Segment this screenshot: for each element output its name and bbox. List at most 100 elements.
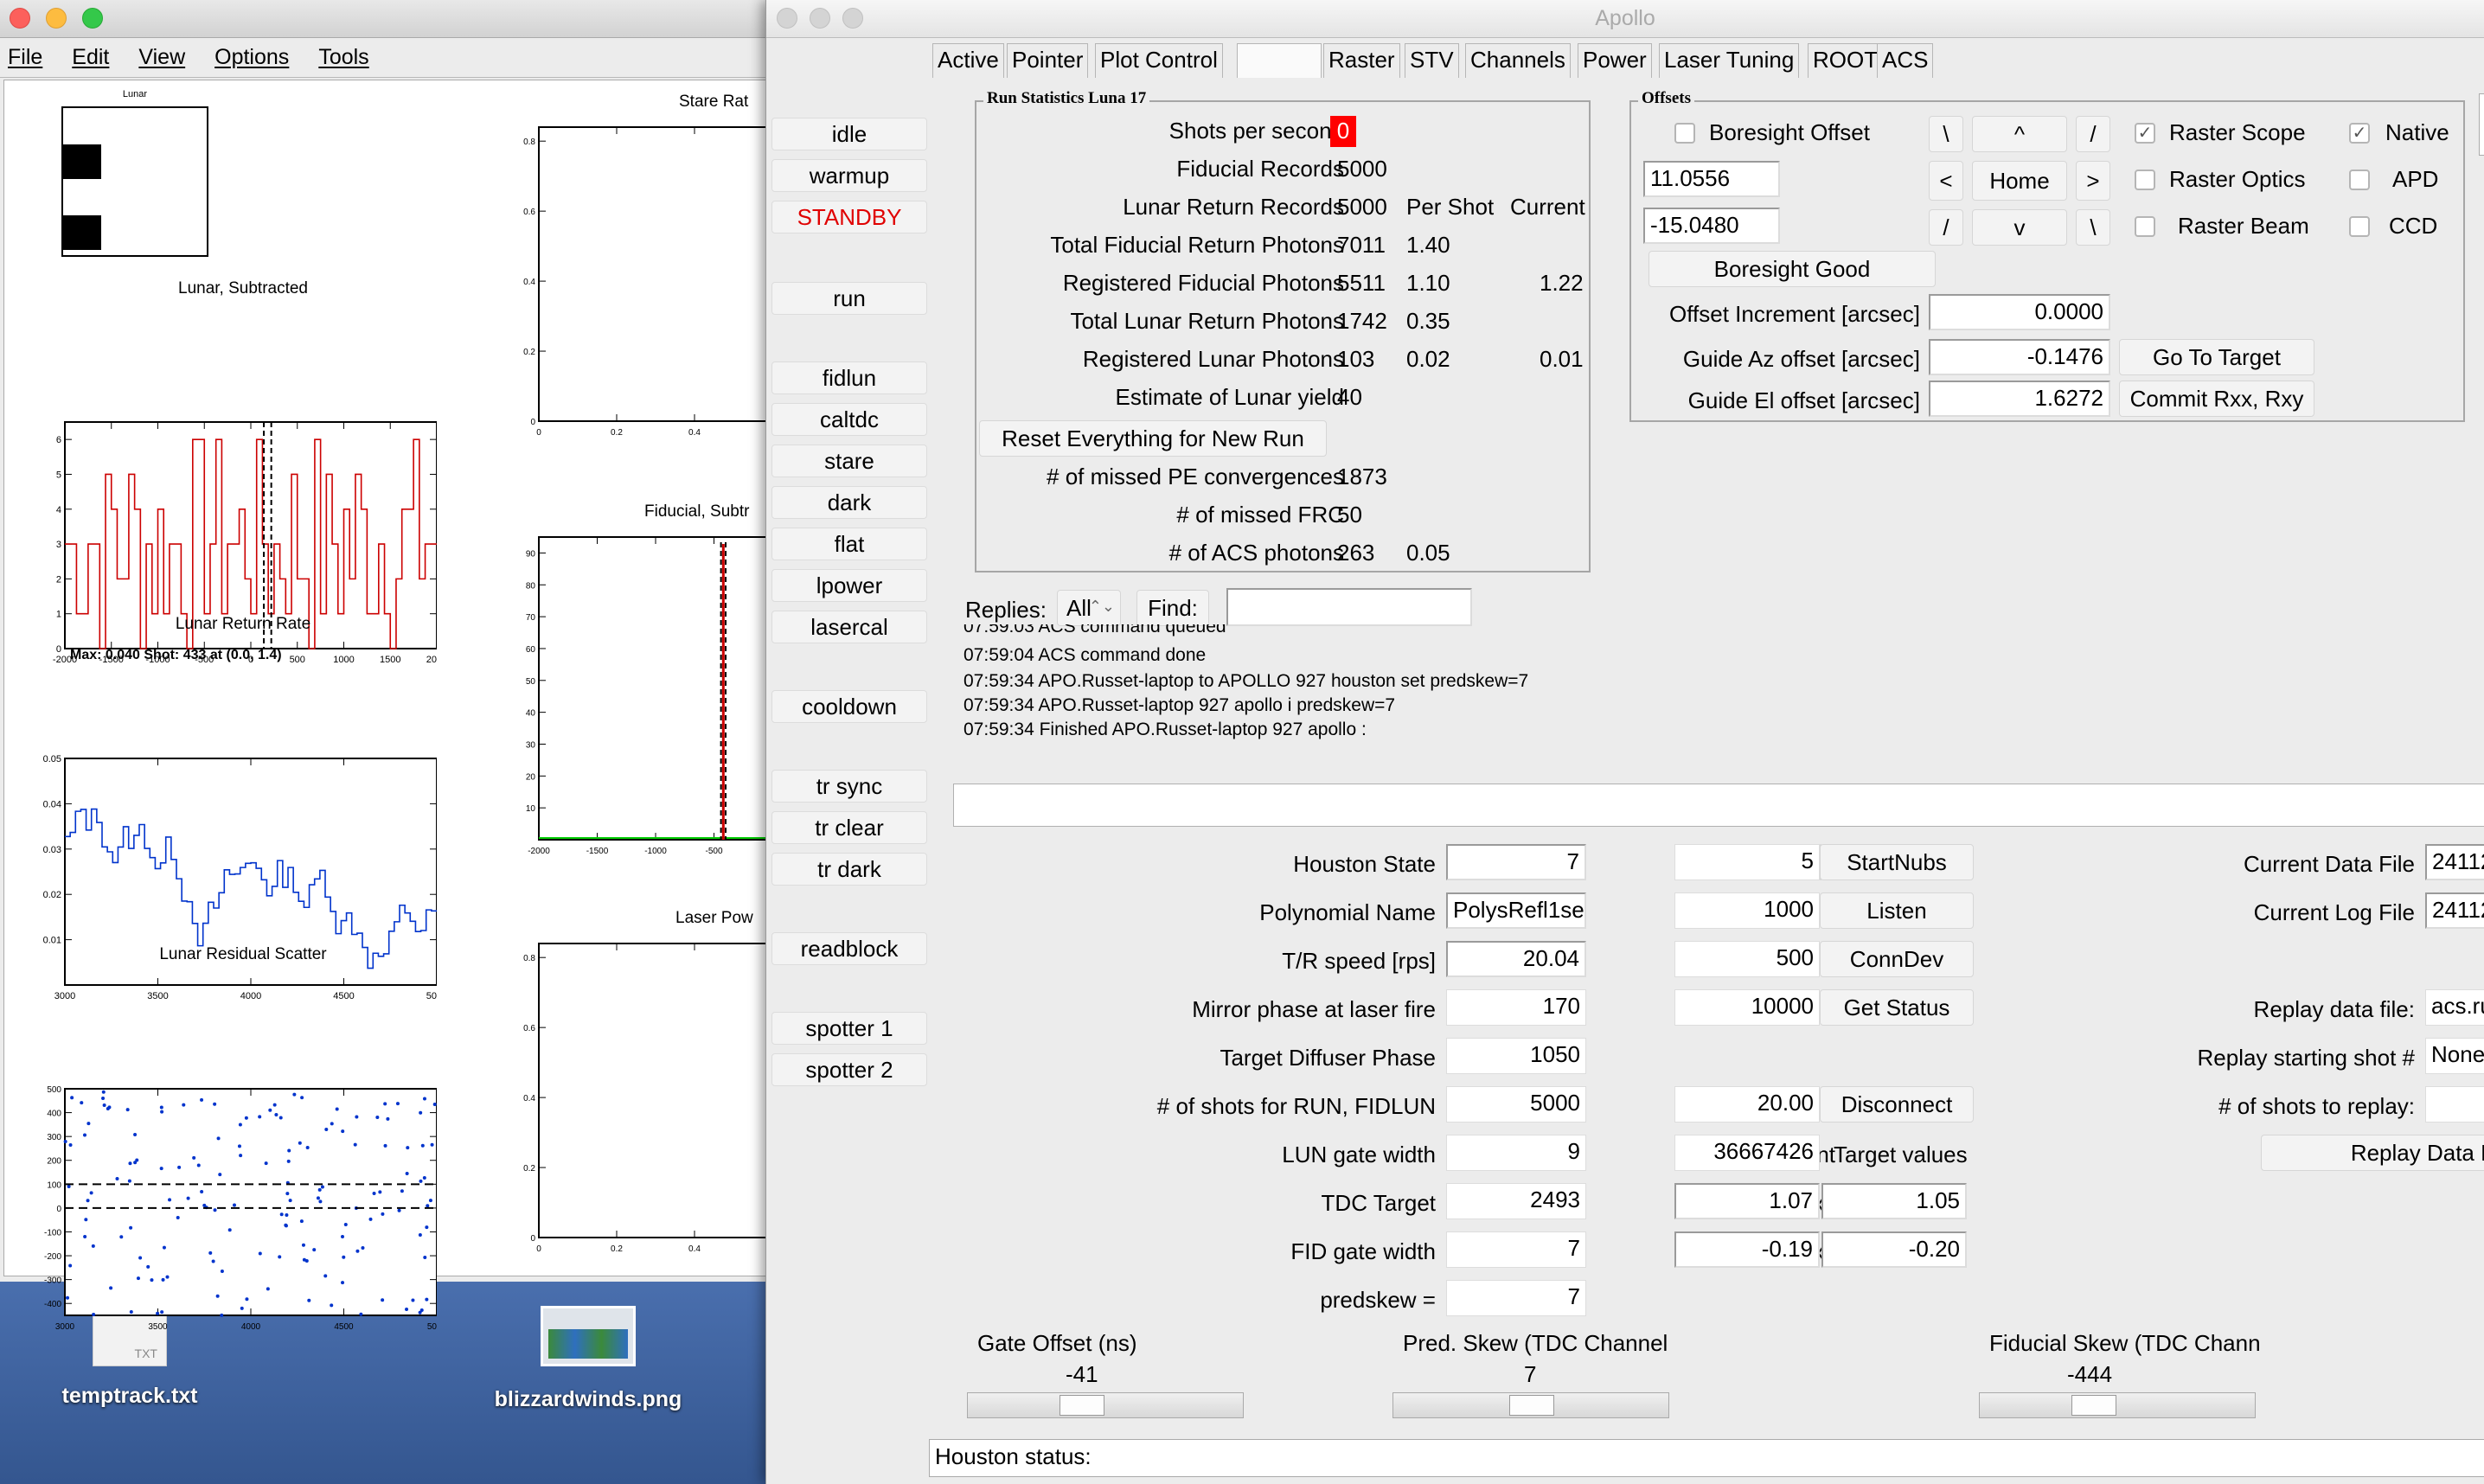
dark-button[interactable]: dark <box>771 486 927 519</box>
nudge-right-button[interactable]: > <box>2076 161 2110 201</box>
nudge-down-button[interactable]: v <box>1972 209 2067 246</box>
find-input[interactable] <box>1226 588 1472 626</box>
nudge-up-right-button[interactable]: / <box>2076 116 2110 152</box>
ccd-checkbox[interactable] <box>2349 216 2370 237</box>
gate-offset-slider[interactable] <box>967 1392 1244 1418</box>
spotter-1-button[interactable]: spotter 1 <box>771 1012 927 1045</box>
spotter-2-button[interactable]: spotter 2 <box>771 1053 927 1086</box>
get-status-button[interactable]: Get Status <box>1820 989 1974 1026</box>
tab-laser-tuning[interactable]: Laser Tuning <box>1659 43 1800 78</box>
offset-increment-field[interactable]: 0.0000 <box>1929 294 2110 330</box>
houston-state-field[interactable]: 7 <box>1446 844 1586 880</box>
menu-options[interactable]: Options <box>214 45 289 70</box>
native-checkbox[interactable]: ✓ <box>2349 123 2370 144</box>
fiducial-skew-slider[interactable] <box>1979 1392 2256 1418</box>
lasercal-button[interactable]: lasercal <box>771 611 927 643</box>
tr-sync-button[interactable]: tr sync <box>771 770 927 803</box>
go-to-target-button[interactable]: Go To Target <box>2119 339 2314 375</box>
nstares-field[interactable]: 5 <box>1674 844 1820 880</box>
boresight-offset-y-field[interactable]: -15.0480 <box>1643 208 1780 244</box>
tab-acs[interactable]: ACS <box>1877 43 1934 78</box>
flash-count-field[interactable]: 36667426 <box>1674 1135 1820 1171</box>
nudge-down-left-button[interactable]: / <box>1929 209 1963 246</box>
nudge-up-button[interactable]: ^ <box>1972 116 2067 152</box>
close-button[interactable] <box>10 8 30 29</box>
stare-binning-field[interactable]: 500 <box>1674 941 1820 977</box>
startnubs-button[interactable]: StartNubs <box>1820 844 1974 880</box>
menu-tools[interactable]: Tools <box>318 45 368 70</box>
listen-button[interactable]: Listen <box>1820 892 1974 929</box>
shots-for-run-field[interactable]: 5000 <box>1446 1086 1586 1123</box>
replay-data-file-field[interactable]: acs.run <box>2425 989 2484 1026</box>
raster-scope-checkbox[interactable]: ✓ <box>2135 123 2155 144</box>
menu-edit[interactable]: Edit <box>72 45 109 70</box>
flashrate-field[interactable]: 20.00 <box>1674 1086 1820 1123</box>
tr-clear-button[interactable]: tr clear <box>771 811 927 844</box>
guide-el-field[interactable]: 1.6272 <box>1929 381 2110 417</box>
replay-count-field[interactable] <box>2425 1086 2484 1123</box>
fid-gate-width-field[interactable]: 7 <box>1446 1231 1586 1268</box>
boresight-offset-checkbox[interactable] <box>1674 123 1695 144</box>
tab-active[interactable]: Active <box>932 43 1004 78</box>
boresight-offset-x-field[interactable]: 11.0556 <box>1643 161 1780 197</box>
zoom-button[interactable] <box>82 8 103 29</box>
tab-root[interactable]: ROOT <box>1808 43 1884 78</box>
tab-power[interactable]: Power <box>1578 43 1652 78</box>
raster-beam-checkbox[interactable] <box>2135 216 2155 237</box>
replay-start-field[interactable]: None <box>2425 1038 2484 1074</box>
predskew-field[interactable]: 7 <box>1446 1280 1586 1316</box>
tab-stv[interactable]: STV <box>1405 43 1459 78</box>
readblock-button[interactable]: readblock <box>771 932 927 965</box>
current-rxx-field[interactable]: 1.07 <box>1674 1183 1820 1219</box>
raster-optics-checkbox[interactable] <box>2135 170 2155 190</box>
tab-pointer[interactable]: Pointer <box>1007 43 1089 78</box>
stare-rate-field[interactable]: 1000 <box>1674 892 1820 929</box>
tab-raster[interactable]: Raster <box>1323 43 1400 78</box>
replies-filter-select[interactable]: All ⌃⌄ <box>1057 590 1121 626</box>
lun-gate-width-field[interactable]: 9 <box>1446 1135 1586 1171</box>
warmup-button[interactable]: warmup <box>771 159 927 192</box>
home-button[interactable]: Home <box>1972 161 2067 201</box>
menu-view[interactable]: View <box>138 45 185 70</box>
lpower-button[interactable]: lpower <box>771 569 927 602</box>
slider-thumb[interactable] <box>2071 1395 2116 1416</box>
pred-skew-slider[interactable] <box>1392 1392 1669 1418</box>
target-rxx-field[interactable]: 1.05 <box>1821 1183 1967 1219</box>
tab-blank[interactable] <box>1237 43 1322 78</box>
nudge-up-left-button[interactable]: \ <box>1929 116 1963 152</box>
stare-button[interactable]: stare <box>771 445 927 477</box>
boresight-good-button-frame[interactable]: Boresight Good <box>1649 251 1936 287</box>
desktop-file-blizzardwinds[interactable]: blizzardwinds.png <box>467 1306 709 1412</box>
mirror-phase-field[interactable]: 170 <box>1446 989 1586 1026</box>
minimize-button[interactable] <box>46 8 67 29</box>
commit-rxx-rxy-button[interactable]: Commit Rxx, Rxy <box>2119 381 2314 417</box>
tab-channels[interactable]: Channels <box>1465 43 1571 78</box>
guide-az-field[interactable]: -0.1476 <box>1929 339 2110 375</box>
command-input[interactable] <box>953 784 2484 827</box>
current-data-file-field[interactable]: 241121-080227.cal <box>2425 844 2484 880</box>
replay-data-button[interactable]: Replay Data F <box>2261 1135 2484 1171</box>
target-rxy-field[interactable]: -0.20 <box>1821 1231 1967 1268</box>
reset-run-button[interactable]: Reset Everything for New Run <box>979 420 1327 457</box>
cooldown-button[interactable]: cooldown <box>771 690 927 723</box>
apd-checkbox[interactable] <box>2349 170 2370 190</box>
standby-button[interactable]: STANDBY <box>771 201 927 233</box>
tr-dark-button[interactable]: tr dark <box>771 853 927 886</box>
conndev-button[interactable]: ConnDev <box>1820 941 1974 977</box>
nudge-left-button[interactable]: < <box>1929 161 1963 201</box>
darks-field[interactable]: 10000 <box>1674 989 1820 1026</box>
disconnect-button[interactable]: Disconnect <box>1820 1086 1974 1123</box>
current-log-file-field[interactable]: 241120.log <box>2425 892 2484 929</box>
nudge-down-right-button[interactable]: \ <box>2076 209 2110 246</box>
menu-file[interactable]: File <box>8 45 42 70</box>
flat-button[interactable]: flat <box>771 528 927 560</box>
polynomial-name-field[interactable]: PolysRefl1se <box>1446 892 1586 929</box>
caltdc-button[interactable]: caltdc <box>771 403 927 436</box>
current-rxy-field[interactable]: -0.19 <box>1674 1231 1820 1268</box>
tr-speed-field[interactable]: 20.04 <box>1446 941 1586 977</box>
slider-thumb[interactable] <box>1060 1395 1104 1416</box>
run-button[interactable]: run <box>771 282 927 315</box>
idle-button[interactable]: idle <box>771 118 927 150</box>
target-diffuser-field[interactable]: 1050 <box>1446 1038 1586 1074</box>
tdc-target-field[interactable]: 2493 <box>1446 1183 1586 1219</box>
